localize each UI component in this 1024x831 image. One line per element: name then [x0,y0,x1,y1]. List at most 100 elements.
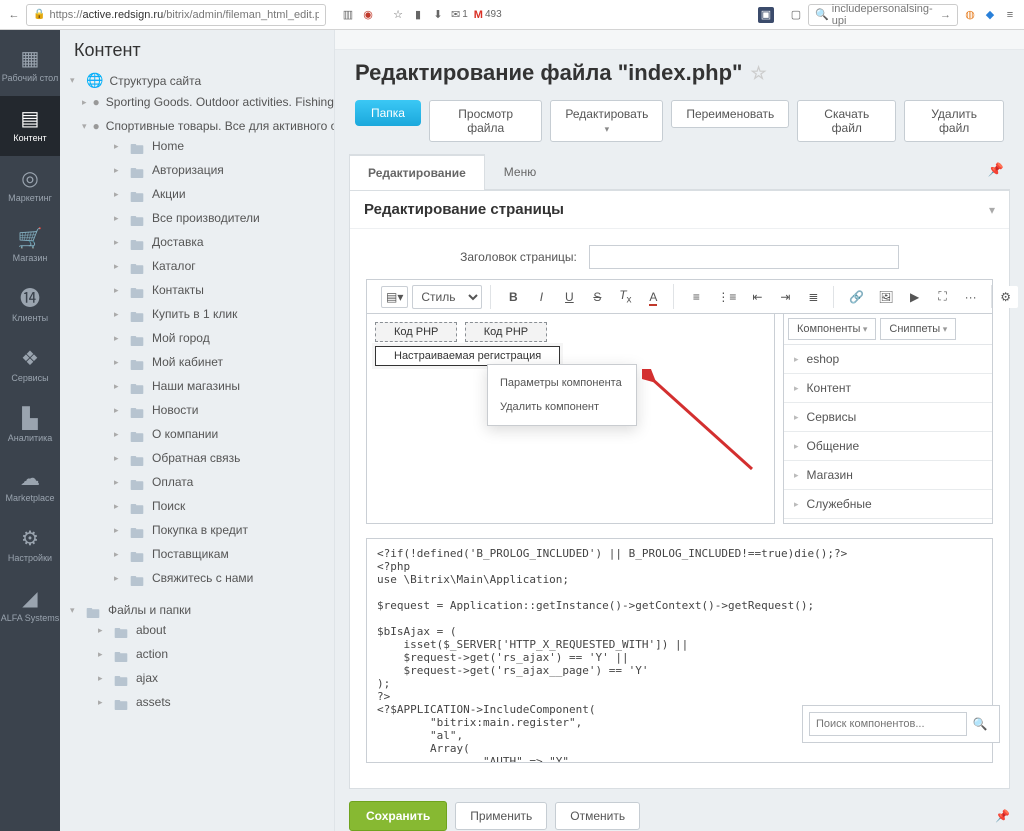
tree-folder[interactable]: ▸🖿Свяжитесь с нами [64,570,334,586]
align-button[interactable]: ≣ [801,286,825,308]
bold-button[interactable]: B [501,286,525,308]
tree-folder[interactable]: ▸🖿Купить в 1 клик [64,306,334,322]
outdent-button[interactable]: ⇤ [745,286,769,308]
accord-общение[interactable]: ▸Общение [784,432,992,461]
page-title-input[interactable] [589,245,899,269]
star-icon[interactable]: ☆ [390,7,406,23]
ctx-delete[interactable]: Удалить компонент [488,395,636,419]
tree-folder[interactable]: ▸🖿Обратная связь [64,450,334,466]
tree-folder[interactable]: ▸🖿Мой кабинет [64,354,334,370]
tree-folder[interactable]: ▸🖿Home [64,138,334,154]
strike-button[interactable]: S [585,286,609,308]
visual-editor[interactable]: Код PHP Код PHP Настраиваемая регистраци… [366,314,775,524]
tree-folder[interactable]: ▸🖿ajax [64,670,334,686]
component-search-input[interactable] [809,712,967,736]
ol-button[interactable]: ≡ [684,286,708,308]
nav-сервисы[interactable]: ❖Сервисы [0,336,60,396]
save-button[interactable]: Сохранить [349,801,447,831]
components-tab[interactable]: Компоненты [788,318,876,340]
favorite-star-icon[interactable]: ☆ [750,63,766,84]
tree-site[interactable]: ▾●Спортивные товары. Все для активного о… [64,118,334,134]
image-button[interactable]: 🖼 [873,286,898,308]
tree-folder[interactable]: ▸🖿Все производители [64,210,334,226]
pin-footer-icon[interactable]: 📌 [995,809,1010,823]
nav-контент[interactable]: ▤Контент [0,96,60,156]
text-color-button[interactable]: A [641,286,665,308]
php-component[interactable]: Код PHP [465,322,547,342]
nav-рабочий-стол[interactable]: ▦Рабочий стол [0,36,60,96]
nav-marketplace[interactable]: ☁Marketplace [0,456,60,516]
nav-аналитика[interactable]: ▙Аналитика [0,396,60,456]
folder-button[interactable]: Папка [355,100,421,126]
tree-folder[interactable]: ▸🖿assets [64,694,334,710]
settings-gear-icon[interactable]: ⚙ [994,286,1018,308]
accord-контент[interactable]: ▸Контент [784,374,992,403]
tree-files-root[interactable]: ▾🖿Файлы и папки [64,602,334,618]
indent-button[interactable]: ⇥ [773,286,797,308]
ext3-icon[interactable]: ◍ [962,7,978,23]
tree-folder[interactable]: ▸🖿Новости [64,402,334,418]
link-button[interactable]: 🔗 [844,286,869,308]
tree-folder[interactable]: ▸🖿Каталог [64,258,334,274]
tree-folder[interactable]: ▸🖿Авторизация [64,162,334,178]
accord-сервисы[interactable]: ▸Сервисы [784,403,992,432]
nav-клиенты[interactable]: ⓮Клиенты [0,276,60,336]
tree-folder[interactable]: ▸🖿Покупка в кредит [64,522,334,538]
tree-folder[interactable]: ▸🖿Поставщикам [64,546,334,562]
nav-alfa-systems[interactable]: ◢ALFA Systems [0,576,60,636]
accord-магазин[interactable]: ▸Магазин [784,461,992,490]
delete-file-button[interactable]: Удалить файл [904,100,1004,142]
tree-folder[interactable]: ▸🖿Контакты [64,282,334,298]
menu-icon[interactable]: ≡ [1002,7,1018,23]
tab-menu[interactable]: Меню [485,154,555,189]
tree-folder[interactable]: ▸🖿action [64,646,334,662]
download-button[interactable]: Скачать файл [797,100,896,142]
nav-магазин[interactable]: 🛒Магазин [0,216,60,276]
register-component[interactable]: Настраиваемая регистрация [375,346,560,366]
mode-button[interactable]: ▤▾ [381,286,408,308]
nav-back[interactable]: ← [6,7,22,23]
tree-site[interactable]: ▸●Sporting Goods. Outdoor activities. Fi… [64,94,334,110]
rename-button[interactable]: Переименовать [671,100,789,128]
tree-root[interactable]: ▾🌐Структура сайта [64,71,334,90]
tree-folder[interactable]: ▸🖿Мой город [64,330,334,346]
more-button[interactable]: ··· [959,286,983,308]
accord-eshop[interactable]: ▸eshop [784,345,992,374]
mail-icon[interactable]: ✉1 [450,7,469,23]
addon-icon[interactable]: ▥ [340,7,356,23]
tree-folder[interactable]: ▸🖿about [64,622,334,638]
nav-настройки[interactable]: ⚙Настройки [0,516,60,576]
fullscreen-button[interactable]: ⛶ [931,285,955,308]
tree-folder[interactable]: ▸🖿Доставка [64,234,334,250]
ext4-icon[interactable]: ◆ [982,7,998,23]
ublock-icon[interactable]: ◉ [360,7,376,23]
accord-служебные[interactable]: ▸Служебные [784,490,992,519]
clear-format-button[interactable]: Tx [613,284,637,309]
cancel-button[interactable]: Отменить [555,802,640,830]
nav-маркетинг[interactable]: ◎Маркетинг [0,156,60,216]
apply-button[interactable]: Применить [455,802,547,830]
gmail-icon[interactable]: M493 [473,7,503,23]
tree-folder[interactable]: ▸🖿Оплата [64,474,334,490]
download-icon[interactable]: ⬇ [430,7,446,23]
italic-button[interactable]: I [529,286,553,308]
browser-search[interactable]: 🔍 includepersonalsing-upi → [808,4,958,26]
style-select[interactable]: Стиль [412,285,482,309]
ctx-params[interactable]: Параметры компонента [488,371,636,395]
pin-icon[interactable]: 📌 [988,162,1004,178]
tree-folder[interactable]: ▸🖿Акции [64,186,334,202]
tree-folder[interactable]: ▸🖿Поиск [64,498,334,514]
tab-edit[interactable]: Редактирование [349,154,485,190]
snippets-tab[interactable]: Сниппеты [880,318,956,340]
edit-button[interactable]: Редактировать [550,100,663,142]
search-icon[interactable]: 🔍 [967,712,993,736]
php-component[interactable]: Код PHP [375,322,457,342]
collapse-icon[interactable]: ▾ [989,203,995,217]
view-file-button[interactable]: Просмотр файла [429,100,542,142]
tree-folder[interactable]: ▸🖿Наши магазины [64,378,334,394]
video-button[interactable]: ▶ [903,286,927,308]
underline-button[interactable]: U [557,286,581,308]
bookmark-icon[interactable]: ▮ [410,7,426,23]
ul-button[interactable]: ⋮≡ [712,286,741,308]
tree-folder[interactable]: ▸🖿О компании [64,426,334,442]
